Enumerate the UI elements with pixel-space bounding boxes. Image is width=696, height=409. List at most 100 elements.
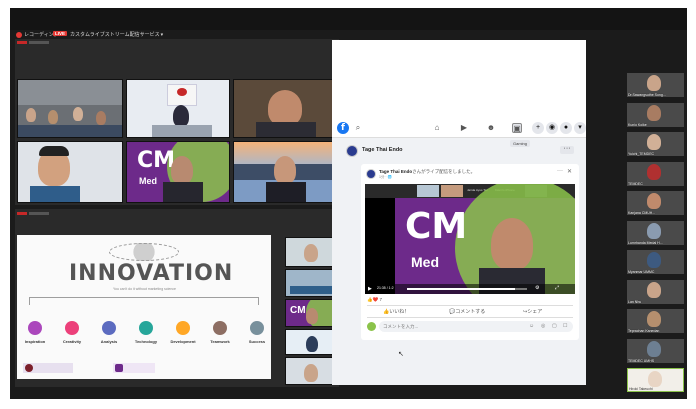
participant-tile[interactable]: Lan Nhu [627,279,684,304]
sticker-icon[interactable]: ☐ [563,323,567,329]
participant-tile[interactable]: Kanjana CMUH... [627,191,684,215]
classroom-scene [18,80,122,105]
participant-tile[interactable]: Dr.Sawangsuthe Song... [627,73,684,97]
share-button[interactable]: ↪シェア [523,308,542,315]
chevron-down-icon: ▾ [160,32,164,38]
video-tile-city-background [233,141,337,203]
groups-icon[interactable]: ☻ [486,123,496,133]
person-avatar [96,111,106,125]
post-more-icon[interactable]: ··· [557,168,563,174]
video-tile-classroom [17,79,123,138]
step-label: Technology [134,339,158,344]
gaming-tooltip: Gaming [510,140,531,147]
participant-avatar [647,281,661,298]
step-label: Inspiration [24,339,46,344]
participant-tile[interactable]: Lumrhanda Medal H... [627,220,684,245]
live-badge: LIVE [53,31,68,36]
recording-icon [16,32,22,38]
video-tile-speaker [233,79,337,138]
messenger-icon[interactable]: ◉ [546,122,558,134]
fullscreen-icon[interactable]: ⤢ [555,285,559,291]
participant-avatar [647,104,661,121]
camera-icon[interactable]: ◎ [541,323,545,329]
participant-avatar [647,134,661,150]
crest-icon [25,364,33,372]
gear-cluster-icon [109,243,179,261]
participant-name: Myanmar UMMC [628,270,655,274]
suit [266,182,306,202]
post-author[interactable]: Tage Thai Endo [379,169,412,174]
participant-tile[interactable]: Kunio Koike [627,102,684,127]
video-frame: CM Med [395,184,575,294]
divider [367,317,573,318]
search-icon[interactable]: ⌕ [353,123,363,133]
person-avatar [26,108,36,122]
connector-line [29,297,259,305]
reaction-icons: 👍❤️ [367,297,379,302]
hair [39,146,69,156]
faculty-icon [115,364,123,372]
facebook-window: f ⌕ ⌂ ▶ ☻ ▣ + ◉ ● ▾ Gaming Tage Thai End… [332,40,586,385]
facebook-logo-icon[interactable]: f [337,122,349,134]
thumb-man-glasses [285,357,335,385]
step-label: Success [248,339,266,344]
notifications-icon[interactable]: ● [560,122,572,134]
slide-title: INNOVATION [69,261,234,286]
settings-icon[interactable]: ⚙ [535,285,539,291]
participant-tile[interactable]: Hiroki Takeuchi [627,368,684,392]
participant-tile[interactable]: TEMDEC UMHS [627,338,684,363]
comment-button[interactable]: 💬コメントする [449,308,485,315]
video-cme-sub: Med [411,254,439,270]
play-icon[interactable]: ▶ [368,286,372,292]
facebook-navbar: f ⌕ ⌂ ▶ ☻ ▣ + ◉ ● ▾ [332,118,586,138]
progress-bar[interactable] [407,288,527,290]
step-icon-success [250,321,264,335]
post-close-icon[interactable]: ✕ [567,168,572,175]
comment-label: コメントする [455,309,486,315]
participant-tile[interactable]: TEMDEC [627,161,684,186]
participant-tile[interactable]: Teprachan Kanedan [627,309,684,333]
like-button[interactable]: 👍いいね！ [383,308,409,315]
participant-name: Lan Nhu [628,299,642,304]
participant-name: Kunio Koike [628,122,647,127]
participant-name: Yuichi_TEMDEC [628,152,655,156]
comment-placeholder: コメントを入力... [383,324,419,329]
thumb-room [285,269,335,297]
mouse-cursor-icon: ↖ [398,351,404,358]
participant-tile[interactable]: Yuichi_TEMDEC [627,132,684,156]
video-time: 21:35 / 1:2 [377,286,394,290]
room-chairs [290,286,332,294]
jacket [256,122,316,137]
post-author-avatar[interactable] [366,169,376,179]
step-icon-teamwork [213,321,227,335]
slide-share-panel: INNOVATION You can't do it without marke… [15,209,339,387]
person-avatar [268,90,302,126]
emoji-icon[interactable]: ☺ [529,323,534,329]
gif-icon[interactable]: ▢ [552,323,557,329]
create-button[interactable]: + [532,122,544,134]
home-icon[interactable]: ⌂ [432,123,442,133]
person-avatar [274,156,296,184]
person-avatar [48,110,58,124]
page-avatar[interactable] [346,145,358,157]
mini-tile [417,185,439,197]
page-more-button[interactable]: ··· [560,145,574,154]
watch-icon[interactable]: ▶ [459,123,469,133]
comment-input[interactable]: コメントを入力... ☺ ◎ ▢ ☐ [379,321,573,332]
participant-tile[interactable]: Myanmar UMMC [627,250,684,274]
person-avatar [306,308,318,324]
video-tile-man-closeup [17,141,123,203]
account-menu-icon[interactable]: ▾ [574,122,586,134]
page-name[interactable]: Tage Thai Endo [362,147,403,153]
post-time[interactable]: 1分 · 🌐 [379,175,392,180]
reactions-summary[interactable]: 👍❤️ 7 [367,297,382,303]
live-video-player[interactable]: Jarida Ayus Tan Kavin's iPhone CM Med ▶ … [365,184,575,294]
live-post: Tage Thai Endoさんがライブ配信をしました。 1分 · 🌐 ✕ ··… [361,164,579,340]
panel-label-icon [29,212,49,215]
person-avatar [306,336,318,352]
live-stream-menu[interactable]: カスタムライブストリーム配信サービス▾ [70,31,163,38]
gaming-icon[interactable]: ▣ [512,123,522,133]
cme-logo-text: CM [137,148,176,173]
facebook-blank-area [332,40,586,118]
post-text: さんがライブ配信をしました。 [412,169,476,174]
